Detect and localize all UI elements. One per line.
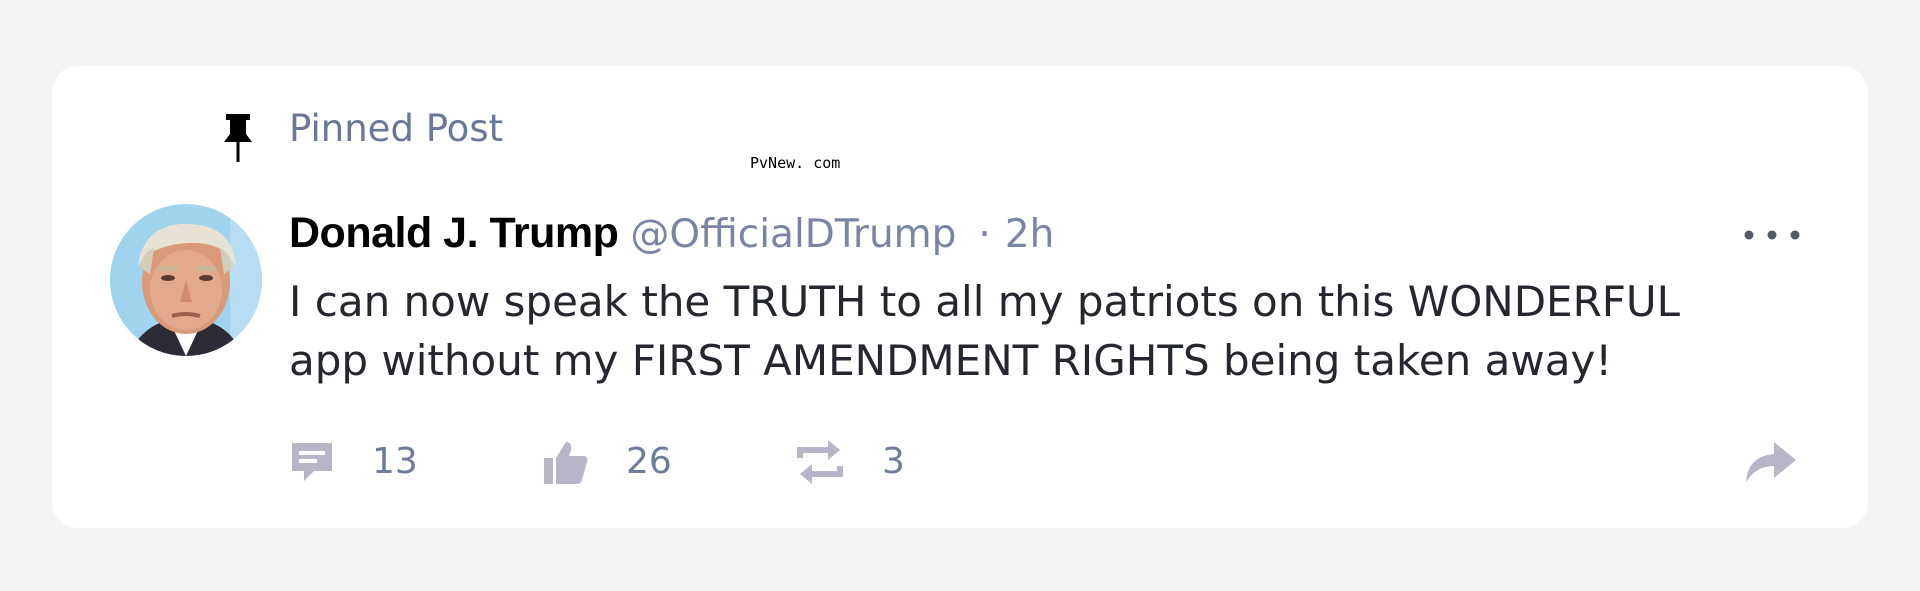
watermark-text: PvNew. com [750,154,841,172]
like-button[interactable]: 26 [542,432,672,492]
avatar[interactable] [110,204,262,356]
share-icon[interactable] [1740,434,1800,488]
author-handle[interactable]: @OfficialDTrump [630,212,956,257]
comment-icon [292,443,332,481]
post-body-text: I can now speak the TRUTH to all my patr… [289,277,1681,385]
thumbs-up-icon [544,442,588,484]
repost-icon [797,440,843,484]
post-timestamp[interactable]: 2h [1005,212,1055,257]
more-icon[interactable] [1740,220,1804,250]
author-display-name[interactable]: Donald J. Trump [289,209,619,258]
separator-dot: · [978,212,991,257]
reply-count: 13 [372,441,418,482]
pinned-post-label: Pinned Post [289,107,504,150]
repost-button[interactable]: 3 [794,432,905,492]
post-header: Donald J. Trump @OfficialDTrump · 2h [289,209,1054,261]
reply-button[interactable]: 13 [288,432,418,492]
pin-icon [224,114,252,162]
repost-count: 3 [882,441,905,482]
like-count: 26 [626,441,672,482]
